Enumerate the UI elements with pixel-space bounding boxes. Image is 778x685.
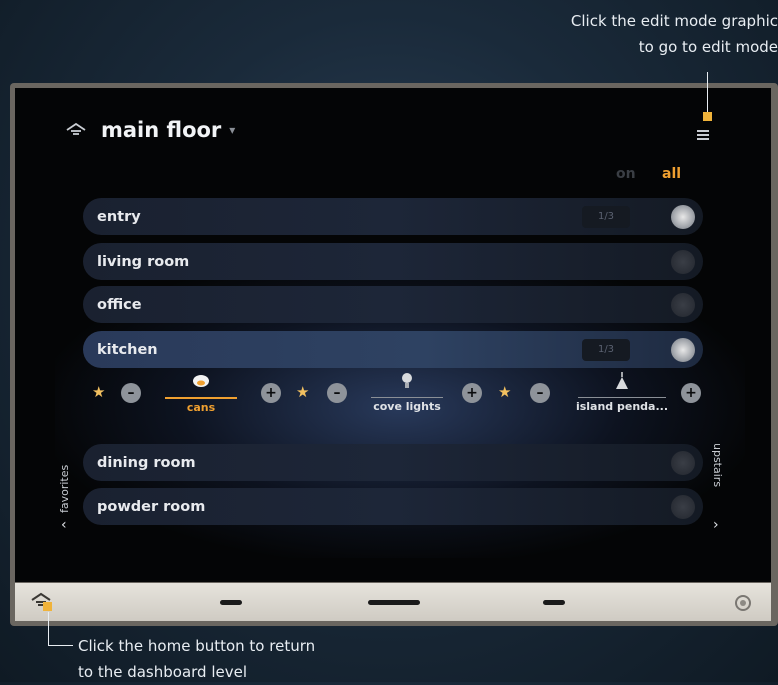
room-count: 1/3 [582, 205, 630, 228]
favorite-star-icon[interactable]: ★ [296, 383, 309, 401]
bezel-button-right[interactable] [543, 600, 565, 605]
room-label: powder room [97, 498, 206, 515]
page-title[interactable]: main floor [101, 118, 221, 142]
room-row-office[interactable]: office [83, 286, 703, 323]
room-label: dining room [97, 454, 196, 471]
light-toggle-icon[interactable] [671, 337, 695, 362]
room-row-entry[interactable]: entry 1/3 [83, 198, 703, 235]
load-label: cans [186, 401, 216, 414]
room-label: entry [97, 208, 141, 225]
minus-button[interactable]: – [530, 383, 550, 403]
pendant-icon [616, 372, 628, 389]
edit-callout-line1: Click the edit mode graphic [570, 12, 778, 30]
light-toggle-icon[interactable] [671, 494, 695, 519]
home-callout-marker [43, 602, 52, 611]
upstairs-tab[interactable]: upstairs › [708, 443, 726, 533]
edit-callout-line [707, 72, 708, 114]
favorites-label: favorites [58, 464, 71, 513]
favorite-star-icon[interactable]: ★ [498, 383, 511, 401]
load-label: island penda... [575, 400, 669, 413]
house-icon[interactable] [65, 122, 87, 138]
bezel-button-center[interactable] [368, 600, 420, 605]
plus-button[interactable]: + [261, 383, 281, 403]
light-toggle-icon[interactable] [671, 249, 695, 274]
minus-button[interactable]: – [121, 383, 141, 403]
kitchen-load-controls: ★ – cans + ★ – cove lights + ★ – island … [77, 371, 717, 421]
room-count: 1/3 [582, 338, 630, 361]
touchpanel-screen: main floor ▾ on all entry 1/3 living roo… [15, 88, 771, 582]
power-button-icon[interactable] [735, 595, 751, 611]
chevron-down-icon[interactable]: ▾ [229, 123, 235, 137]
chevron-left-icon: ‹ [61, 517, 67, 533]
light-toggle-icon[interactable] [671, 204, 695, 229]
room-row-powder-room[interactable]: powder room [83, 488, 703, 525]
room-row-kitchen[interactable]: kitchen 1/3 [83, 331, 703, 368]
bezel-button-left[interactable] [220, 600, 242, 605]
home-callout-line1: Click the home button to return [78, 637, 316, 655]
edit-callout-marker [703, 112, 712, 121]
hamburger-menu-icon[interactable] [697, 130, 709, 140]
page-header: main floor ▾ [65, 118, 235, 142]
edit-mode-callout: Click the edit mode graphic to go to edi… [478, 8, 778, 60]
home-callout-line2: to the dashboard level [78, 663, 247, 681]
plus-button[interactable]: + [681, 383, 701, 403]
light-toggle-icon[interactable] [671, 292, 695, 317]
chevron-right-icon: › [713, 517, 719, 533]
home-callout-line [48, 612, 49, 646]
load-cove-lights[interactable]: cove lights [367, 371, 447, 413]
load-label: cove lights [373, 400, 441, 413]
room-label: office [97, 296, 142, 313]
light-toggle-icon[interactable] [671, 450, 695, 475]
room-label: living room [97, 253, 190, 270]
room-row-dining-room[interactable]: dining room [83, 444, 703, 481]
home-button-callout: Click the home button to return to the d… [78, 633, 315, 685]
favorites-tab[interactable]: favorites ‹ [58, 443, 76, 533]
load-level-line [578, 397, 666, 398]
home-callout-line-horizontal [48, 645, 73, 646]
filter-on[interactable]: on [616, 166, 636, 182]
favorite-star-icon[interactable]: ★ [92, 383, 105, 401]
room-row-living-room[interactable]: living room [83, 243, 703, 280]
minus-button[interactable]: – [327, 383, 347, 403]
filter-all[interactable]: all [662, 166, 681, 182]
load-cans[interactable]: cans [161, 371, 241, 414]
bezel-button-bar [15, 583, 771, 621]
load-level-line [165, 397, 237, 399]
edit-callout-line2: to go to edit mode [638, 38, 778, 56]
load-island-pendants[interactable]: island penda... [574, 371, 670, 413]
load-level-line [371, 397, 443, 398]
ceiling-can-icon [193, 375, 209, 387]
plus-button[interactable]: + [462, 383, 482, 403]
room-label: kitchen [97, 341, 158, 358]
bulb-icon [402, 373, 412, 388]
